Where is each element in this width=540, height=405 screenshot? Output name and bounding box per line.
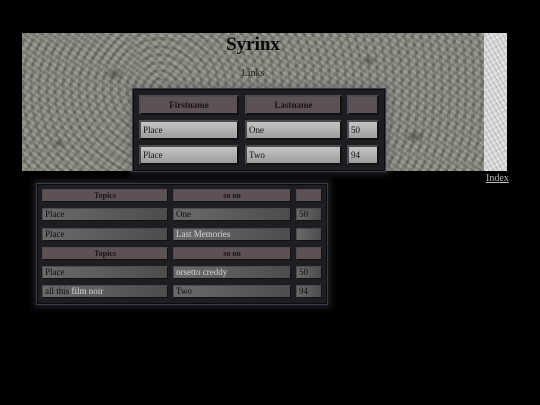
table-cell: Place [42,208,168,221]
table-cell: Last Memories [173,228,291,241]
page-title: Syrinx [226,34,280,55]
index-link[interactable]: Index [486,173,509,184]
table-cell: Place [139,120,239,140]
table-cell: 94 [296,285,322,298]
column-header-lastname: Lastname [245,95,342,115]
column-header-value [347,95,379,115]
column-header-value [296,247,322,260]
table-cell: Place [139,145,239,165]
last-memories-text: Last Memories [176,229,231,239]
all-this-text: all this [45,286,72,296]
column-header-so-on: so on [173,247,291,260]
table-cell: all this film noir [42,285,168,298]
table-cell: 50 [296,208,322,221]
top-table: Firstname Lastname Place One 50 Place Tw… [132,88,386,172]
table-cell: Place [42,266,168,279]
column-header-firstname: Firstname [139,95,239,115]
column-header-topics: Topics [42,189,168,202]
table-cell: One [173,208,291,221]
table-cell: Two [245,145,342,165]
table-cell: Place [42,228,168,241]
header-marble-strip [484,33,507,171]
column-header-value [296,189,322,202]
table-cell: One [245,120,342,140]
table-cell: Two [173,285,291,298]
column-header-topics: Topics [42,247,168,260]
table-cell: 50 [347,120,379,140]
bottom-table: Topics so on Place One 50 Place Last Mem… [36,183,328,305]
film-noir-text: film noir [71,286,104,296]
table-cell: 50 [296,266,322,279]
table-cell: orsetto creddy [173,266,291,279]
column-header-so-on: so on [173,189,291,202]
table-cell [296,228,322,241]
table-cell: 94 [347,145,379,165]
links-label: Links [241,68,265,79]
orsetto-creddy-text: orsetto creddy [176,267,228,277]
